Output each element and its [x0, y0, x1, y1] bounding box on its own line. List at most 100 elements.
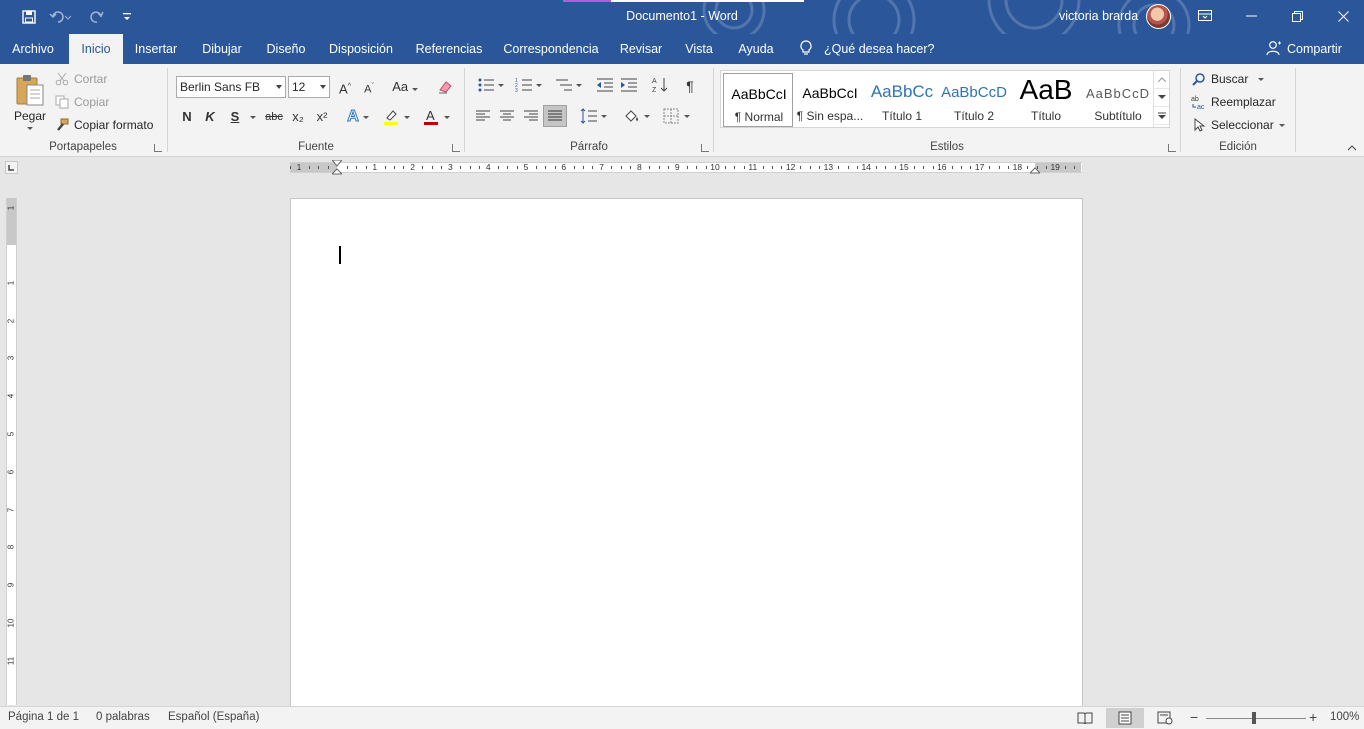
svg-text:A: A [426, 108, 435, 123]
paragraph-launcher-icon[interactable] [701, 144, 709, 152]
styles-launcher-icon[interactable] [1168, 144, 1176, 152]
tab-references[interactable]: Referencias [410, 34, 488, 64]
paste-button[interactable]: Pegar [12, 70, 48, 132]
document-page[interactable] [290, 198, 1083, 718]
minimize-icon[interactable] [1228, 0, 1274, 32]
font-launcher-icon[interactable] [452, 144, 460, 152]
copy-button[interactable]: Copiar [54, 94, 109, 110]
underline-button[interactable]: S [226, 107, 244, 127]
tab-help[interactable]: Ayuda [730, 34, 782, 64]
align-right-icon[interactable] [521, 107, 541, 125]
shading-button[interactable] [619, 107, 653, 125]
save-icon[interactable] [15, 0, 43, 34]
word-count[interactable]: 0 palabras [96, 711, 150, 723]
tab-draw[interactable]: Dibujar [194, 34, 250, 64]
user-name[interactable]: victoria brarda [1059, 9, 1138, 23]
share-button[interactable]: Compartir [1266, 34, 1342, 64]
tab-insert[interactable]: Insertar [128, 34, 184, 64]
ruler-label: 6 [561, 162, 567, 172]
font-color-button[interactable]: A [420, 108, 452, 126]
avatar[interactable] [1146, 4, 1171, 29]
style-heading-1[interactable]: AaBbCc Título 1 [867, 73, 937, 127]
print-layout-icon[interactable] [1106, 708, 1144, 728]
redo-icon[interactable] [83, 0, 111, 34]
ruler-tick [346, 166, 348, 169]
subscript-button[interactable]: x₂ [288, 107, 308, 127]
find-button[interactable]: Buscar [1191, 71, 1265, 87]
italic-button[interactable]: K [201, 107, 219, 127]
tab-file[interactable]: Archivo [4, 34, 62, 64]
page-count[interactable]: Página 1 de 1 [8, 711, 79, 723]
font-name-combo[interactable]: Berlin Sans FB [176, 76, 286, 98]
bullets-button[interactable] [473, 76, 507, 94]
tab-review[interactable]: Revisar [614, 34, 668, 64]
tell-me-box[interactable]: ¿Qué desea hacer? [800, 34, 935, 64]
zoom-slider-track[interactable] [1206, 718, 1306, 719]
ruler-tick [403, 166, 405, 169]
align-left-icon[interactable] [473, 107, 493, 125]
tab-selector[interactable] [5, 161, 18, 174]
undo-icon[interactable] [46, 0, 74, 34]
cut-button[interactable]: Cortar [54, 71, 107, 87]
tab-mailings[interactable]: Correspondencia [498, 34, 604, 64]
clipboard-launcher-icon[interactable] [154, 144, 162, 152]
tab-view[interactable]: Vista [678, 34, 720, 64]
decrease-indent-icon[interactable] [595, 76, 615, 94]
style-heading-2[interactable]: AaBbCcD Título 2 [939, 73, 1009, 127]
numbering-button[interactable]: 123 [511, 76, 545, 94]
grow-font-icon[interactable]: A^ [336, 77, 354, 97]
highlight-button[interactable] [380, 108, 412, 126]
zoom-level[interactable]: 100% [1330, 711, 1359, 723]
zoom-slider-thumb[interactable] [1252, 712, 1256, 724]
style-no-spacing[interactable]: AaBbCcI ¶ Sin espa... [795, 73, 865, 127]
align-center-icon[interactable] [497, 107, 517, 125]
line-spacing-button[interactable] [577, 107, 609, 125]
style-normal[interactable]: AaBbCcI ¶ Normal [723, 73, 793, 127]
restore-icon[interactable] [1274, 0, 1320, 32]
text-effects-button[interactable]: A [344, 108, 372, 126]
customize-qat-icon[interactable] [113, 0, 141, 34]
first-line-indent-marker[interactable] [332, 160, 342, 176]
increase-indent-icon[interactable] [619, 76, 639, 94]
right-indent-marker[interactable] [1030, 165, 1040, 174]
show-formatting-marks-button[interactable]: ¶ [681, 76, 699, 96]
zoom-out-button[interactable]: − [1190, 709, 1198, 725]
web-layout-icon[interactable] [1146, 708, 1184, 728]
tab-layout[interactable]: Disposición [324, 34, 398, 64]
scroll-down-icon[interactable] [1154, 89, 1169, 107]
select-button[interactable]: Seleccionar [1191, 117, 1285, 133]
style-title[interactable]: AaB Título [1011, 73, 1081, 127]
horizontal-ruler[interactable]: 1 1 2 3 4 5 6 7 8 9 10 11 12 13 14 15 16 17 18 19 [290, 160, 1082, 176]
multilevel-list-button[interactable] [551, 76, 585, 94]
paste-dropdown-icon[interactable] [27, 126, 33, 130]
underline-dropdown-icon[interactable] [250, 116, 256, 119]
change-case-button[interactable]: Aa [390, 77, 420, 97]
language-indicator[interactable]: Español (España) [168, 711, 259, 723]
superscript-button[interactable]: x² [312, 107, 332, 127]
ruler-tick [479, 166, 480, 169]
clear-formatting-icon[interactable] [436, 78, 454, 96]
ruler-tick [582, 166, 584, 169]
bold-button[interactable]: N [178, 107, 196, 127]
read-mode-icon[interactable] [1066, 708, 1104, 728]
shrink-font-icon[interactable]: Aˇ [360, 77, 378, 97]
justify-icon[interactable] [543, 105, 567, 127]
zoom-in-button[interactable]: + [1309, 709, 1317, 725]
collapse-ribbon-icon[interactable] [1344, 142, 1360, 154]
tab-home[interactable]: Inicio [69, 34, 123, 64]
strikethrough-button[interactable]: abc [262, 107, 286, 127]
vertical-ruler[interactable]: 1 1 2 3 4 5 6 7 8 9 10 11 [6, 198, 17, 705]
style-subtitle[interactable]: AaBbCcD Subtítulo [1083, 73, 1153, 127]
ribbon-display-options-icon[interactable] [1182, 0, 1228, 32]
borders-button[interactable] [659, 107, 693, 125]
close-icon[interactable] [1320, 0, 1364, 32]
tell-me-label: ¿Qué desea hacer? [824, 42, 935, 56]
format-painter-button[interactable]: Copiar formato [54, 117, 153, 133]
font-size-combo[interactable]: 12 [288, 76, 330, 98]
tab-design[interactable]: Diseño [258, 34, 314, 64]
replace-button[interactable]: ab ac Reemplazar [1191, 94, 1276, 110]
sort-icon[interactable]: AZ [651, 76, 671, 94]
ruler-tick [611, 166, 613, 169]
more-styles-icon[interactable] [1154, 107, 1169, 125]
scroll-up-icon[interactable] [1154, 71, 1169, 89]
